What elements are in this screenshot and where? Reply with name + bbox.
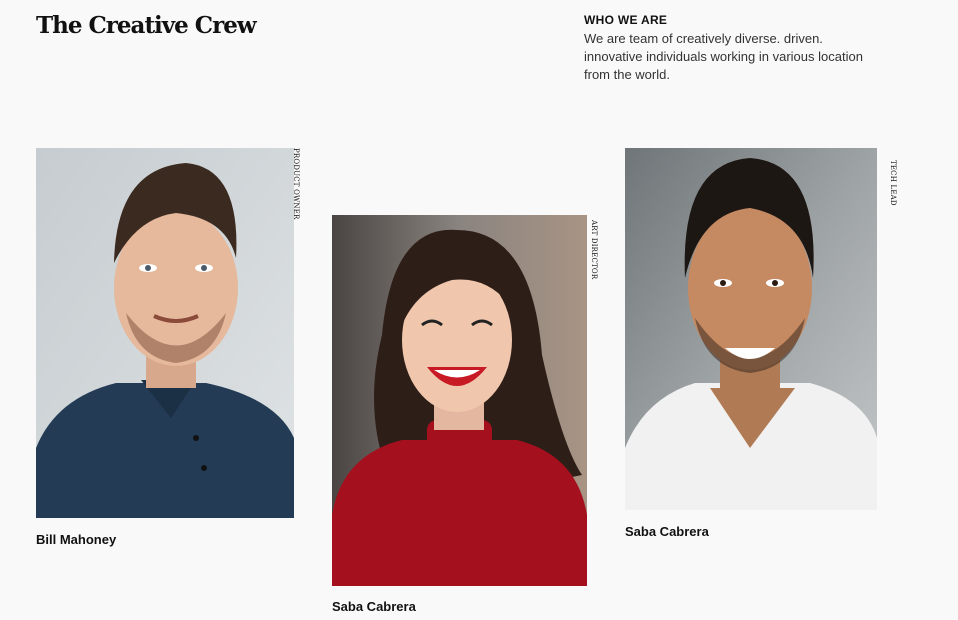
team-member-card: PRODUCT OWNER Bill Mahoney bbox=[36, 148, 306, 558]
team-member-photo bbox=[332, 215, 587, 586]
team-member-card: TECH LEAD Saba Cabrera bbox=[625, 148, 905, 548]
team-member-name: Bill Mahoney bbox=[36, 532, 117, 547]
team-member-role: ART DIRECTOR bbox=[590, 220, 598, 280]
page-title: The Creative Crew bbox=[36, 12, 257, 39]
team-member-photo bbox=[625, 148, 877, 510]
team-member-photo bbox=[36, 148, 294, 518]
team-member-name: Saba Cabrera bbox=[625, 524, 709, 539]
team-member-role: PRODUCT OWNER bbox=[292, 148, 300, 220]
team-member-card: ART DIRECTOR Saba Cabrera bbox=[332, 215, 602, 615]
about-heading: WHO WE ARE bbox=[584, 13, 668, 27]
team-member-name: Saba Cabrera bbox=[332, 599, 416, 614]
about-text: We are team of creatively diverse. drive… bbox=[584, 31, 863, 82]
about-section: WHO WE ARE We are team of creatively div… bbox=[584, 13, 874, 84]
team-member-role: TECH LEAD bbox=[889, 160, 897, 206]
